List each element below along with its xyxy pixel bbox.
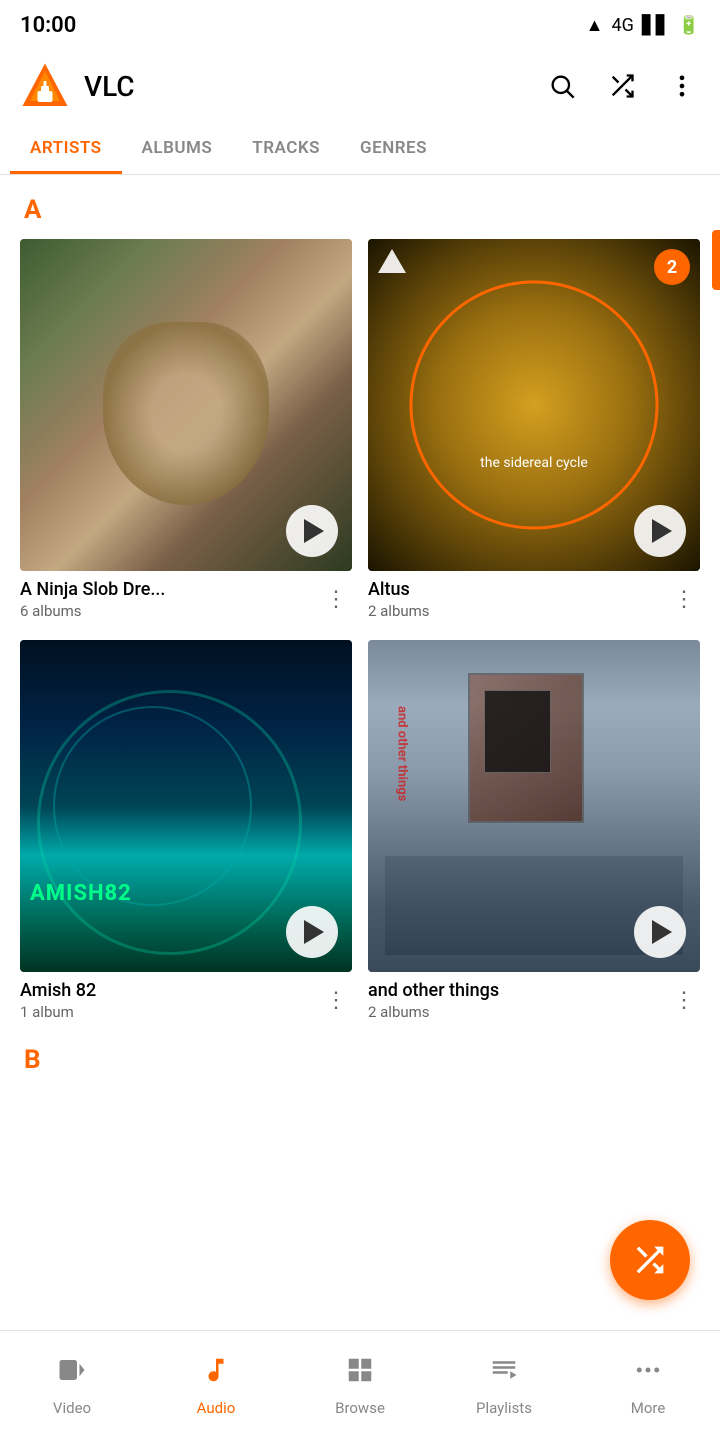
- altus-ring: [410, 281, 659, 530]
- playlists-icon: [489, 1355, 519, 1393]
- scroll-indicator: [712, 230, 720, 290]
- overflow-menu-button[interactable]: [664, 68, 700, 104]
- nav-item-video[interactable]: Video: [0, 1355, 144, 1417]
- artist-name-2: Altus: [368, 579, 668, 600]
- nav-label-browse: Browse: [335, 1399, 385, 1417]
- tabs-bar: ARTISTS ALBUMS TRACKS GENRES: [0, 122, 720, 175]
- artist-name-4: and other things: [368, 980, 668, 1001]
- amish82-text: AMISH82: [30, 881, 132, 906]
- artist-card-2[interactable]: 2 the sidereal cycle Altus 2 albums ⋮: [368, 239, 700, 624]
- nav-item-browse[interactable]: Browse: [288, 1355, 432, 1417]
- nav-label-audio: Audio: [197, 1399, 236, 1417]
- artist-albums-3: 1 album: [20, 1003, 320, 1021]
- signal-icon: ▋▋: [642, 15, 670, 36]
- artist-thumb-4: and other things: [368, 640, 700, 972]
- artist-info-4: and other things 2 albums ⋮: [368, 972, 700, 1025]
- status-time: 10:00: [20, 13, 76, 38]
- artist-meta-4: and other things 2 albums: [368, 980, 668, 1021]
- video-icon: [57, 1355, 87, 1393]
- app-bar: VLC: [0, 50, 720, 122]
- artist-card-1[interactable]: A Ninja Slob Dre... 6 albums ⋮: [20, 239, 352, 624]
- random-play-fab[interactable]: [610, 1220, 690, 1300]
- altus-text: the sidereal cycle: [480, 455, 588, 471]
- artist-albums-1: 6 albums: [20, 602, 320, 620]
- shuffle-button[interactable]: [604, 68, 640, 104]
- tab-artists[interactable]: ARTISTS: [10, 122, 122, 174]
- more-icon: [633, 1355, 663, 1393]
- app-title: VLC: [84, 70, 544, 103]
- artist-info-3: Amish 82 1 album ⋮: [20, 972, 352, 1025]
- artist-info-1: A Ninja Slob Dre... 6 albums ⋮: [20, 571, 352, 624]
- play-button-1[interactable]: [286, 505, 338, 557]
- artist-thumb-3: AMISH82: [20, 640, 352, 972]
- artist-meta-1: A Ninja Slob Dre... 6 albums: [20, 579, 320, 620]
- artist-more-button-4[interactable]: ⋮: [668, 985, 700, 1017]
- artist-thumb-2: 2 the sidereal cycle: [368, 239, 700, 571]
- tab-albums[interactable]: ALBUMS: [122, 122, 233, 174]
- artist-meta-2: Altus 2 albums: [368, 579, 668, 620]
- artist-card-4[interactable]: and other things and other things 2 albu…: [368, 640, 700, 1025]
- nav-label-video: Video: [53, 1399, 91, 1417]
- nav-item-more[interactable]: More: [576, 1355, 720, 1417]
- status-bar: 10:00 ▲ 4G ▋▋ 🔋: [0, 0, 720, 50]
- play-button-2[interactable]: [634, 505, 686, 557]
- artist-grid-a: A Ninja Slob Dre... 6 albums ⋮ 2: [20, 239, 700, 1025]
- audio-icon: [201, 1355, 231, 1393]
- play-button-4[interactable]: [634, 906, 686, 958]
- artist-more-button-3[interactable]: ⋮: [320, 985, 352, 1017]
- app-bar-actions: [544, 68, 700, 104]
- tab-tracks[interactable]: TRACKS: [232, 122, 340, 174]
- section-letter-b: B: [24, 1045, 700, 1075]
- app-logo: [20, 61, 70, 111]
- tab-genres[interactable]: GENRES: [340, 122, 447, 174]
- nav-label-playlists: Playlists: [476, 1399, 532, 1417]
- artist-more-button-1[interactable]: ⋮: [320, 584, 352, 616]
- artist-info-2: Altus 2 albums ⋮: [368, 571, 700, 624]
- status-icons: ▲ 4G ▋▋ 🔋: [586, 15, 700, 36]
- altus-badge: 2: [654, 249, 690, 285]
- network-label: 4G: [612, 15, 634, 36]
- artist-thumb-1: [20, 239, 352, 571]
- artist-meta-3: Amish 82 1 album: [20, 980, 320, 1021]
- search-button[interactable]: [544, 68, 580, 104]
- wifi-icon: ▲: [586, 15, 604, 36]
- nav-label-more: More: [631, 1399, 666, 1417]
- artist-name-3: Amish 82: [20, 980, 320, 1001]
- artist-card-3[interactable]: AMISH82 Amish 82 1 album ⋮: [20, 640, 352, 1025]
- content-area: A A Ninja Slob Dre... 6 albums ⋮: [0, 175, 720, 1099]
- artist-more-button-2[interactable]: ⋮: [668, 584, 700, 616]
- nav-item-audio[interactable]: Audio: [144, 1355, 288, 1417]
- artist-albums-2: 2 albums: [368, 602, 668, 620]
- battery-icon: 🔋: [678, 15, 700, 36]
- nav-item-playlists[interactable]: Playlists: [432, 1355, 576, 1417]
- bottom-navigation: Video Audio Browse: [0, 1330, 720, 1440]
- play-button-3[interactable]: [286, 906, 338, 958]
- artist-albums-4: 2 albums: [368, 1003, 668, 1021]
- artist-name-1: A Ninja Slob Dre...: [20, 579, 320, 600]
- section-letter-a: A: [24, 195, 700, 225]
- browse-icon: [345, 1355, 375, 1393]
